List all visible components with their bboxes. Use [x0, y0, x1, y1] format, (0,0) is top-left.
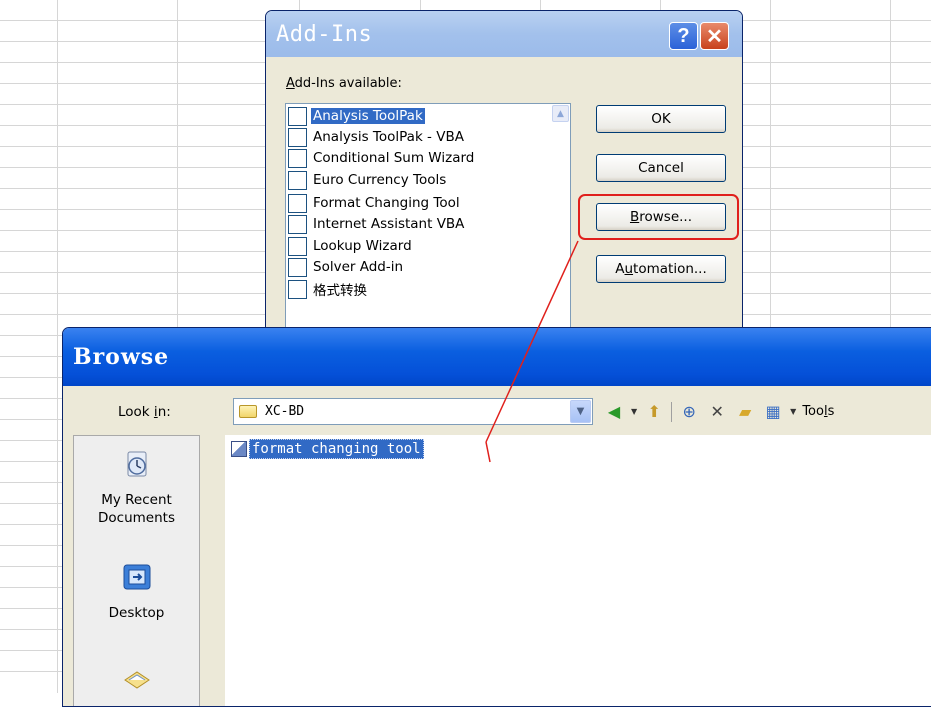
- addin-label: Lookup Wizard: [313, 238, 412, 254]
- addin-label: 格式转换: [313, 283, 367, 299]
- addins-available-label: Add-Ins available:: [286, 76, 402, 91]
- help-button[interactable]: ?: [669, 22, 698, 50]
- addins-dialog-title: Add-Ins: [276, 21, 373, 47]
- browse-dialog: Browse Look in: XC-BD ▼ ◀ ▼ ⬆ ⊕ ✕ ▰ ▦ ▼ …: [62, 327, 931, 707]
- cancel-button[interactable]: Cancel: [596, 154, 726, 182]
- addin-item-analysis-toolpak-vba[interactable]: Analysis ToolPak - VBA: [288, 127, 466, 147]
- addin-item-lookup-wizard[interactable]: Lookup Wizard: [288, 236, 414, 256]
- addin-label: Euro Currency Tools: [313, 172, 447, 188]
- addins-titlebar[interactable]: Add-Ins ? ✕: [266, 11, 742, 57]
- close-button[interactable]: ✕: [700, 22, 729, 50]
- addin-item-conditional-sum-wizard[interactable]: Conditional Sum Wizard: [288, 148, 476, 168]
- browse-button-highlight: [578, 194, 739, 240]
- addin-item-solver-addin[interactable]: Solver Add-in: [288, 257, 405, 277]
- places-my-documents[interactable]: [74, 666, 199, 706]
- cancel-button-label: Cancel: [638, 160, 684, 176]
- addin-item-euro-currency-tools[interactable]: Euro Currency Tools: [288, 170, 448, 190]
- recent-documents-icon: [127, 451, 146, 477]
- my-documents-icon: [123, 671, 150, 689]
- look-in-dropdown[interactable]: XC-BD ▼: [233, 398, 593, 425]
- file-list[interactable]: format changing tool: [225, 435, 931, 706]
- addin-checkbox[interactable]: [288, 106, 307, 126]
- automation-button-label: Automation...: [615, 261, 707, 277]
- folder-icon: [239, 405, 257, 418]
- places-my-recent-documents[interactable]: My Recent Documents: [74, 448, 199, 527]
- file-item-format-changing-tool[interactable]: format changing tool: [231, 439, 424, 459]
- addin-label: Internet Assistant VBA: [313, 216, 465, 232]
- toolbar-separator: [671, 401, 673, 422]
- excel-addin-file-icon: [231, 441, 247, 457]
- addin-checkbox[interactable]: [288, 236, 307, 256]
- place-label: Desktop: [108, 605, 165, 621]
- browse-titlebar[interactable]: Browse: [63, 328, 931, 386]
- browse-toolbar: ◀ ▼ ⬆ ⊕ ✕ ▰ ▦ ▼ Tools: [603, 398, 834, 425]
- chevron-down-icon[interactable]: ▼: [570, 400, 591, 423]
- back-icon[interactable]: ◀: [603, 401, 625, 423]
- up-folder-icon[interactable]: ⬆: [643, 401, 665, 423]
- addin-label: Conditional Sum Wizard: [313, 150, 475, 166]
- search-web-icon[interactable]: ⊕: [678, 401, 700, 423]
- delete-icon[interactable]: ✕: [706, 401, 728, 423]
- addin-checkbox[interactable]: [288, 214, 307, 234]
- file-name: format changing tool: [249, 439, 424, 459]
- ok-button-label: OK: [651, 111, 671, 127]
- browse-dialog-title: Browse: [73, 344, 170, 370]
- addin-checkbox[interactable]: [288, 257, 307, 277]
- place-label: My Recent: [101, 492, 172, 508]
- views-dropdown-icon[interactable]: ▼: [790, 407, 796, 416]
- scroll-up-arrow-icon[interactable]: ▲: [552, 105, 569, 122]
- addins-list[interactable]: Analysis ToolPak Analysis ToolPak - VBA …: [285, 103, 571, 349]
- addin-checkbox[interactable]: [288, 279, 307, 299]
- views-icon[interactable]: ▦: [762, 401, 784, 423]
- addin-checkbox[interactable]: [288, 170, 307, 190]
- addin-checkbox[interactable]: [288, 127, 307, 147]
- places-desktop[interactable]: Desktop: [74, 561, 199, 622]
- addin-item-internet-assistant-vba[interactable]: Internet Assistant VBA: [288, 214, 466, 234]
- help-icon: ?: [677, 24, 690, 47]
- addin-label: Format Changing Tool: [313, 195, 460, 211]
- automation-button[interactable]: Automation...: [596, 255, 726, 283]
- place-label: Documents: [98, 510, 175, 526]
- back-dropdown-icon[interactable]: ▼: [631, 407, 637, 416]
- addin-label: Solver Add-in: [313, 259, 404, 275]
- addin-checkbox[interactable]: [288, 193, 307, 213]
- addin-label: Analysis ToolPak - VBA: [313, 129, 464, 145]
- look-in-value: XC-BD: [265, 404, 305, 419]
- addin-item-analysis-toolpak[interactable]: Analysis ToolPak: [288, 106, 425, 126]
- look-in-label: Look in:: [118, 404, 171, 420]
- ok-button[interactable]: OK: [596, 105, 726, 133]
- new-folder-icon[interactable]: ▰: [734, 401, 756, 423]
- close-icon: ✕: [706, 25, 723, 48]
- addins-dialog: Add-Ins ? ✕ Add-Ins available: Analysis …: [265, 10, 743, 350]
- desktop-icon: [123, 564, 150, 590]
- addin-checkbox[interactable]: [288, 148, 307, 168]
- addin-label: Analysis ToolPak: [311, 108, 425, 124]
- addin-item-format-conversion[interactable]: 格式转换: [288, 279, 369, 299]
- tools-menu[interactable]: Tools: [802, 404, 834, 419]
- addin-item-format-changing-tool[interactable]: Format Changing Tool: [288, 193, 462, 213]
- places-bar: My Recent Documents Desktop: [73, 435, 200, 706]
